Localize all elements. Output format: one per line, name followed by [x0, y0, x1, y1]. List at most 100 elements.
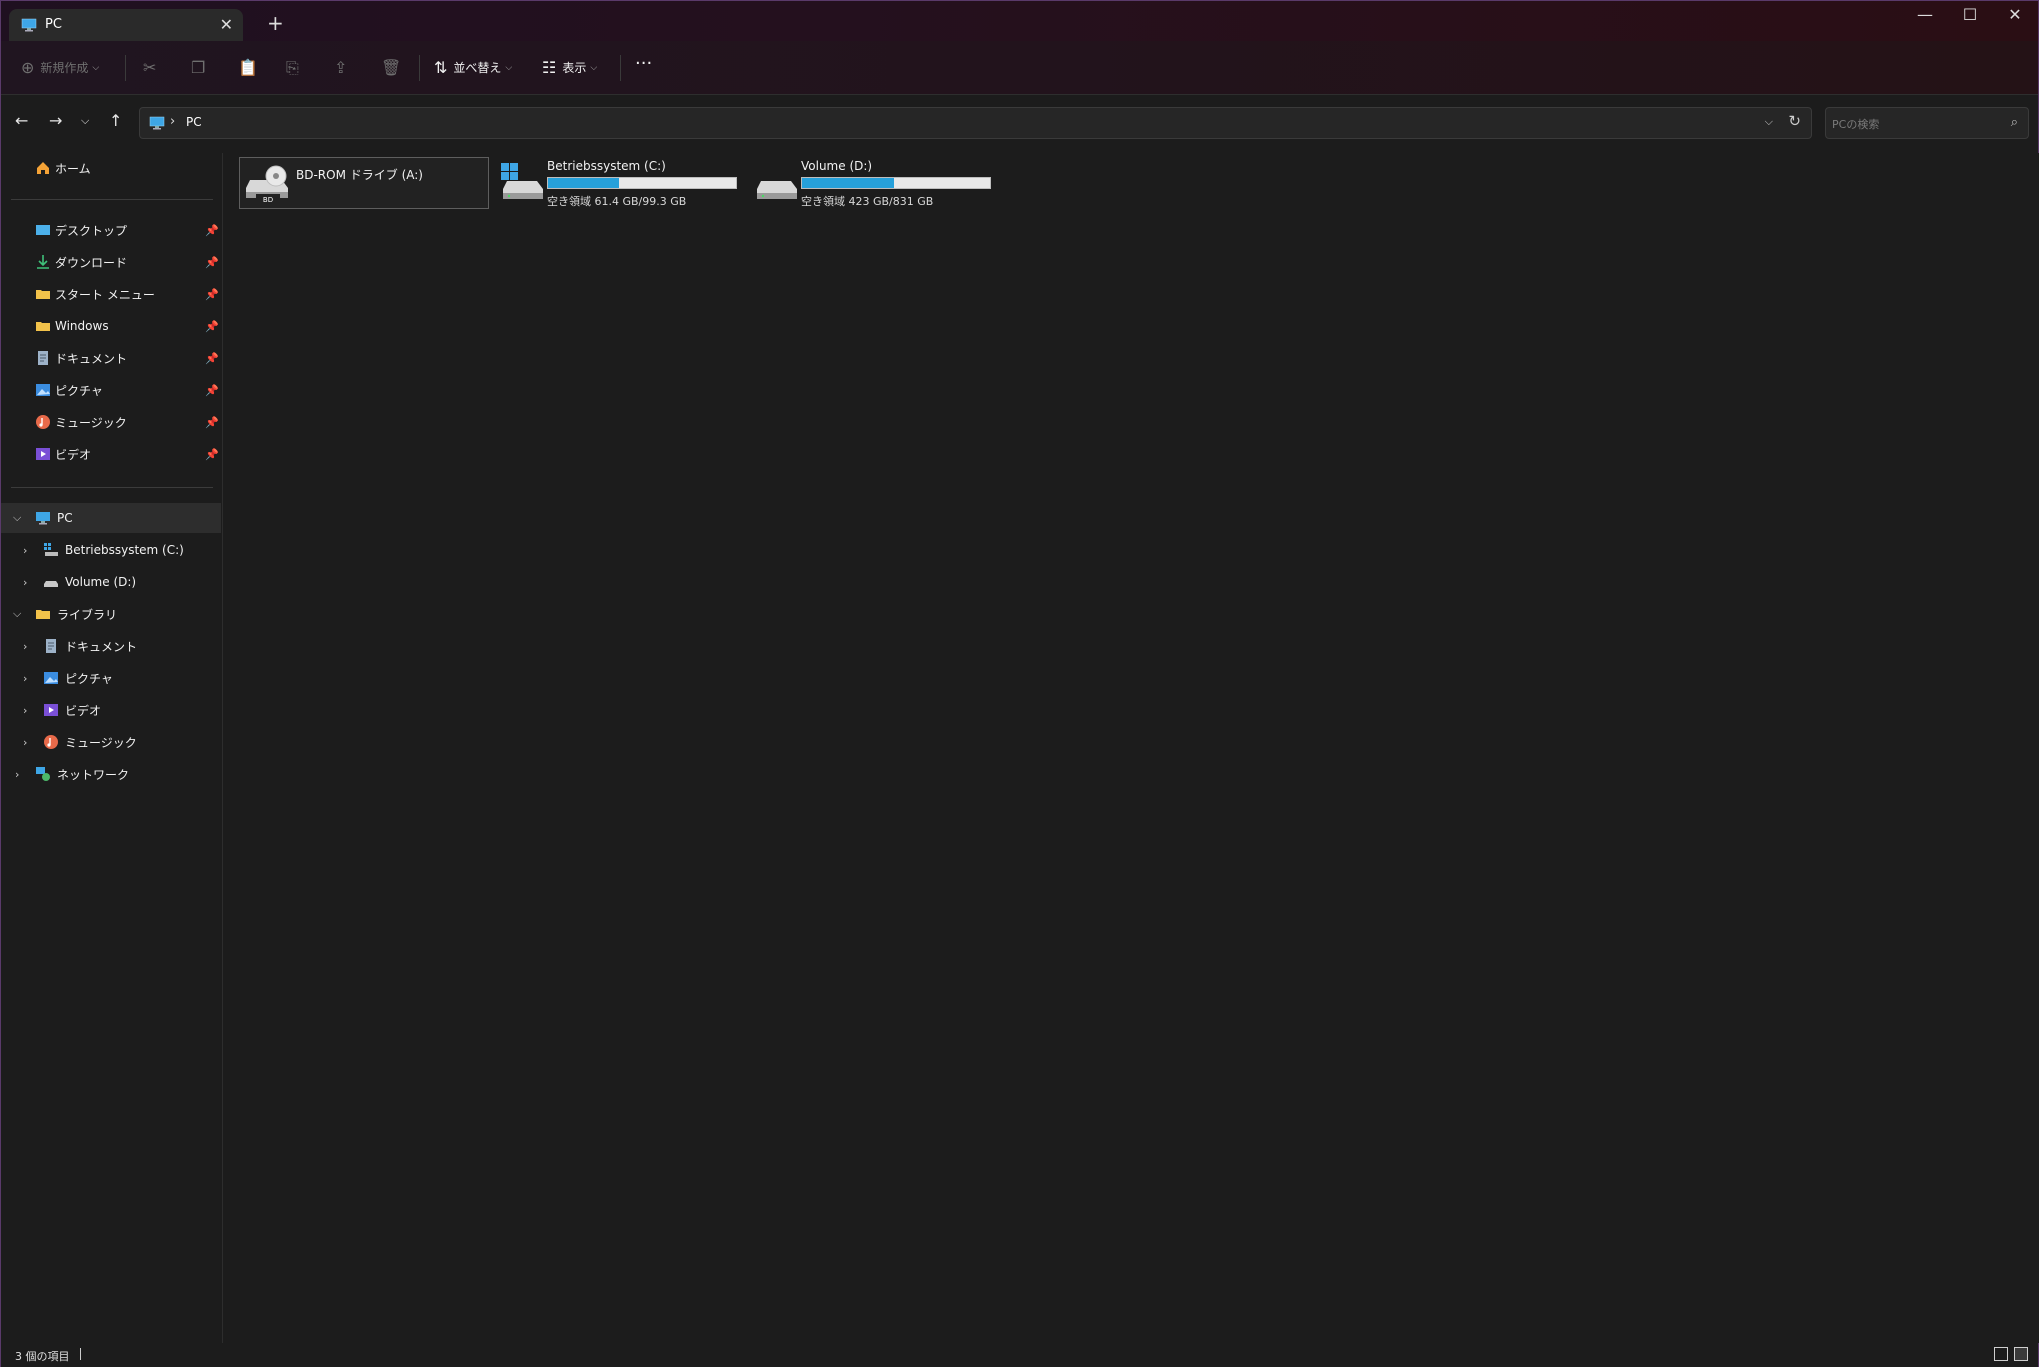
sidebar-item-network[interactable]: › ネットワーク: [1, 759, 221, 789]
sidebar-item-videos[interactable]: ビデオ 📌: [1, 439, 221, 469]
drive-free-space: 空き領域 423 GB/831 GB: [801, 195, 934, 208]
minimize-button[interactable]: —: [1905, 5, 1945, 24]
folder-icon: [35, 318, 51, 334]
toolbar-divider: [620, 55, 621, 81]
rename-button[interactable]: ⎘: [286, 58, 305, 78]
chevron-right-icon[interactable]: ›: [23, 704, 27, 717]
sidebar-item-lib-videos[interactable]: › ビデオ: [1, 695, 221, 725]
sidebar-item-documents[interactable]: ドキュメント 📌: [1, 343, 221, 373]
sidebar-item-windows[interactable]: Windows 📌: [1, 311, 221, 341]
pin-icon[interactable]: 📌: [205, 384, 219, 397]
search-box[interactable]: ⌕: [1825, 107, 2029, 139]
drive-tile-c[interactable]: Betriebssystem (C:) 空き領域 61.4 GB/99.3 GB: [495, 157, 745, 209]
pin-icon[interactable]: 📌: [205, 320, 219, 333]
chevron-right-icon[interactable]: ›: [23, 640, 27, 653]
chevron-down-icon[interactable]: ⌵: [13, 607, 21, 621]
pin-icon[interactable]: 📌: [205, 448, 219, 461]
status-bar: 3 個の項目: [1, 1343, 2038, 1367]
copy-button[interactable]: ❐: [191, 58, 211, 77]
drive-name: Betriebssystem (C:): [547, 159, 666, 173]
breadcrumb-pc[interactable]: PC: [186, 115, 202, 129]
pin-icon[interactable]: 📌: [205, 416, 219, 429]
chevron-down-icon[interactable]: ⌵: [13, 511, 21, 525]
share-button[interactable]: ⇪: [334, 58, 353, 77]
sidebar-item-music[interactable]: ミュージック 📌: [1, 407, 221, 437]
sidebar-item-desktop[interactable]: デスクトップ 📌: [1, 215, 221, 245]
drive-icon: [755, 163, 799, 203]
address-row: ← → ⌵ ↑ › PC ⌵ ↻ ⌕: [1, 95, 2038, 153]
back-arrow-icon[interactable]: ←: [15, 111, 28, 130]
refresh-icon[interactable]: ↻: [1788, 112, 1801, 130]
sidebar-item-drive-c[interactable]: › Betriebssystem (C:): [1, 535, 221, 565]
sort-button[interactable]: ⇅ 並べ替え ⌵: [434, 58, 512, 77]
chevron-down-icon: ⌵: [590, 62, 598, 73]
sort-icon: ⇅: [434, 58, 448, 77]
maximize-button[interactable]: ☐: [1950, 5, 1990, 24]
more-options-button[interactable]: ···: [635, 53, 652, 74]
sidebar-item-label: PC: [57, 511, 73, 525]
more-icon: ···: [635, 53, 653, 74]
tab-pc[interactable]: PC ✕: [9, 9, 243, 41]
chevron-right-icon[interactable]: ›: [23, 672, 27, 685]
breadcrumb-chevron-icon[interactable]: ›: [170, 114, 175, 129]
tab-title: PC: [45, 17, 62, 32]
pin-icon[interactable]: 📌: [205, 256, 219, 269]
sidebar-item-home[interactable]: ホーム: [1, 153, 221, 183]
search-icon[interactable]: ⌕: [2011, 115, 2018, 130]
sidebar-item-start-menu[interactable]: スタート メニュー 📌: [1, 279, 221, 309]
view-button[interactable]: ☷ 表示 ⌵: [542, 58, 597, 77]
drive-tile-a[interactable]: BD BD-ROM ドライブ (A:): [239, 157, 489, 209]
sort-label: 並べ替え: [453, 61, 502, 75]
desktop-icon: [35, 222, 51, 238]
copy-icon: ❐: [191, 58, 206, 77]
pin-icon[interactable]: 📌: [205, 224, 219, 237]
chevron-right-icon[interactable]: ›: [23, 544, 27, 557]
sidebar-item-pc[interactable]: ⌵ PC: [1, 503, 221, 533]
document-icon: [35, 350, 51, 366]
sidebar-item-label: Volume (D:): [65, 575, 137, 589]
sidebar-item-label: ミュージック: [65, 735, 137, 750]
sidebar-item-drive-d[interactable]: › Volume (D:): [1, 567, 221, 597]
explorer-window: PC ✕ + — ☐ ✕ ⊕ 新規作成 ⌵ ✂ ❐ 📋 ⎘ ⇪ 🗑 ⇅ 並べ替え…: [0, 0, 2039, 1367]
file-view: BD BD-ROM ドライブ (A:) Betriebssystem (C:): [223, 153, 2039, 1343]
chevron-right-icon[interactable]: ›: [23, 576, 27, 589]
forward-arrow-icon[interactable]: →: [49, 111, 62, 130]
command-bar: ⊕ 新規作成 ⌵ ✂ ❐ 📋 ⎘ ⇪ 🗑 ⇅ 並べ替え ⌵ ☷ 表示 ⌵ ···: [1, 41, 2038, 95]
recent-chevron-icon[interactable]: ⌵: [81, 114, 89, 128]
sidebar-item-label: ホーム: [55, 161, 91, 176]
music-icon: [35, 414, 51, 430]
sidebar-item-lib-documents[interactable]: › ドキュメント: [1, 631, 221, 661]
pin-icon[interactable]: 📌: [205, 288, 219, 301]
sidebar-item-library[interactable]: ⌵ ライブラリ: [1, 599, 221, 629]
chevron-down-icon: ⌵: [505, 62, 513, 73]
tiles-view-icon[interactable]: [2014, 1347, 2028, 1361]
navigation-pane: ホーム デスクトップ 📌 ダウンロード 📌 スタート メニュー 📌 Window…: [1, 153, 223, 1343]
pc-icon: [35, 510, 51, 526]
network-icon: [35, 766, 51, 782]
share-icon: ⇪: [334, 58, 348, 77]
pictures-icon: [43, 670, 59, 686]
sidebar-item-downloads[interactable]: ダウンロード 📌: [1, 247, 221, 277]
close-window-button[interactable]: ✕: [1995, 5, 2035, 24]
sidebar-item-lib-music[interactable]: › ミュージック: [1, 727, 221, 757]
delete-button[interactable]: 🗑: [381, 58, 407, 77]
cut-button[interactable]: ✂: [143, 58, 162, 77]
search-input[interactable]: [1832, 114, 1992, 134]
pin-icon[interactable]: 📌: [205, 352, 219, 365]
new-tab-button[interactable]: +: [267, 11, 284, 35]
drive-tile-d[interactable]: Volume (D:) 空き領域 423 GB/831 GB: [749, 157, 999, 209]
sidebar-item-pictures[interactable]: ピクチャ 📌: [1, 375, 221, 405]
chevron-right-icon[interactable]: ›: [15, 768, 19, 781]
clipboard-icon: 📋: [238, 58, 258, 77]
sidebar-item-lib-pictures[interactable]: › ピクチャ: [1, 663, 221, 693]
details-view-icon[interactable]: [1994, 1347, 2008, 1361]
address-dropdown-icon[interactable]: ⌵: [1765, 115, 1773, 129]
chevron-right-icon[interactable]: ›: [23, 736, 27, 749]
address-bar[interactable]: › PC ⌵ ↻: [139, 107, 1812, 139]
up-arrow-icon[interactable]: ↑: [109, 111, 122, 130]
sidebar-item-label: デスクトップ: [55, 223, 128, 238]
pictures-icon: [35, 382, 51, 398]
tab-close-icon[interactable]: ✕: [220, 15, 233, 34]
paste-button[interactable]: 📋: [238, 58, 264, 77]
new-button[interactable]: ⊕ 新規作成 ⌵: [21, 58, 99, 77]
